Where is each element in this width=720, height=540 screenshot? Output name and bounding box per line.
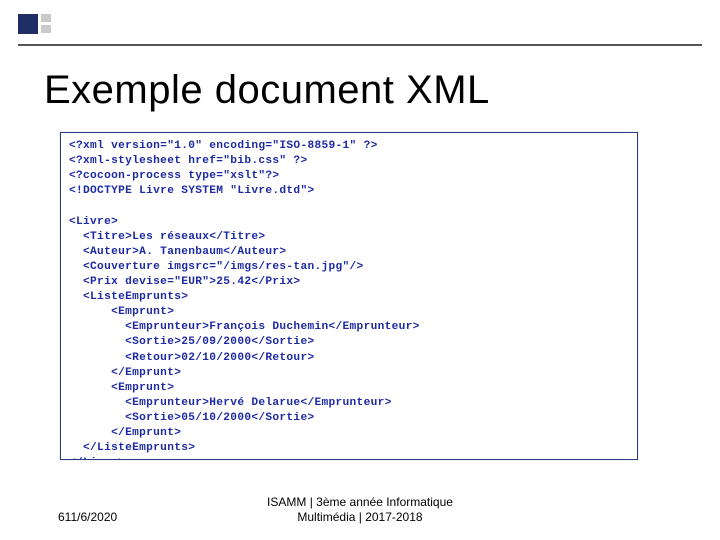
xml-code: <?xml version="1.0" encoding="ISO-8859-1… <box>61 133 637 460</box>
square-large-icon <box>18 14 38 34</box>
footer-center-line1: ISAMM | 3ème année Informatique <box>0 495 720 509</box>
square-small-column <box>41 14 51 34</box>
top-rule <box>18 44 702 46</box>
slide-title: Exemple document XML <box>44 68 690 113</box>
square-small-icon <box>41 14 51 22</box>
slide: Exemple document XML <?xml version="1.0"… <box>0 0 720 540</box>
footer-center: ISAMM | 3ème année Informatique Multiméd… <box>0 495 720 524</box>
code-box: <?xml version="1.0" encoding="ISO-8859-1… <box>60 132 638 460</box>
footer-center-line2: Multimédia | 2017-2018 <box>0 510 720 524</box>
square-small-icon <box>41 25 51 33</box>
corner-decoration <box>18 14 51 34</box>
